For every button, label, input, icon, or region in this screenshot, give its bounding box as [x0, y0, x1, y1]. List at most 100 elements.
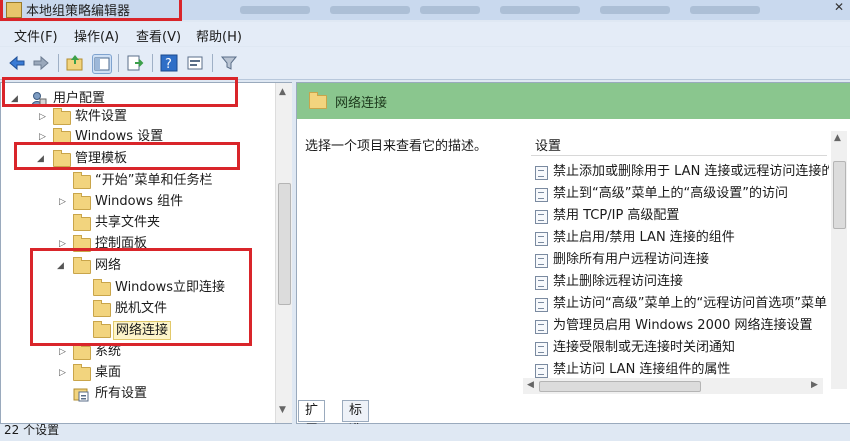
folder-icon	[73, 172, 91, 189]
blurred-tab	[690, 6, 760, 14]
export-list-icon	[127, 55, 144, 71]
tree-item-label: “开始”菜单和任务栏	[95, 173, 213, 188]
forward-button[interactable]	[32, 54, 50, 72]
collapse-arrow-icon[interactable]: ▷	[59, 363, 69, 383]
setting-row[interactable]: 为管理员启用 Windows 2000 网络连接设置	[535, 315, 829, 337]
divider	[531, 155, 827, 156]
column-header-setting[interactable]: 设置	[535, 135, 561, 154]
up-folder-icon	[66, 55, 83, 71]
setting-label: 禁用 TCP/IP 高级配置	[553, 208, 680, 223]
collapse-arrow-icon[interactable]: ▷	[59, 192, 69, 212]
setting-row[interactable]: 连接受限制或无连接时关闭通知	[535, 337, 829, 359]
export-list-button[interactable]	[126, 54, 144, 72]
svg-text:?: ?	[165, 57, 172, 72]
folder-icon	[53, 108, 71, 125]
setting-row[interactable]: 禁止删除远程访问连接	[535, 271, 829, 293]
tree-item-windows-components[interactable]: ▷ Windows 组件	[1, 192, 271, 212]
scroll-up-icon[interactable]: ▲	[834, 133, 841, 143]
menu-action[interactable]: 操作(A)	[74, 26, 119, 45]
blurred-tab	[600, 6, 670, 14]
filter-button[interactable]	[220, 54, 238, 72]
setting-icon	[535, 166, 548, 180]
scroll-right-icon[interactable]: ▶	[811, 380, 818, 390]
highlight-box-admin-templates	[14, 142, 240, 170]
properties-button[interactable]	[186, 54, 204, 72]
setting-row[interactable]: 删除所有用户远程访问连接	[535, 249, 829, 271]
setting-row[interactable]: 禁用 TCP/IP 高级配置	[535, 205, 829, 227]
collapse-arrow-icon[interactable]: ▷	[39, 107, 49, 127]
show-hide-tree-button[interactable]	[92, 54, 112, 74]
blurred-tab	[500, 6, 580, 14]
status-bar: 22 个设置	[0, 424, 850, 437]
scrollbar-thumb[interactable]	[539, 381, 701, 392]
toolbar-separator	[212, 54, 213, 72]
settings-list: 设置 禁止添加或删除用于 LAN 连接或远程访问连接的 禁止到“高级”菜单上的“…	[523, 119, 850, 403]
setting-icon	[535, 188, 548, 202]
menu-view[interactable]: 查看(V)	[136, 26, 181, 45]
settings-scrollbar[interactable]: ▲	[831, 131, 847, 389]
setting-row[interactable]: 禁止添加或删除用于 LAN 连接或远程访问连接的	[535, 161, 829, 183]
setting-label: 为管理员启用 Windows 2000 网络连接设置	[553, 318, 813, 333]
details-pane: 网络连接 选择一个项目来查看它的描述。 设置 禁止添加或删除用于 LAN 连接或…	[296, 82, 850, 424]
up-folder-button[interactable]	[66, 54, 84, 72]
tree-item-start-menu[interactable]: “开始”菜单和任务栏	[1, 171, 271, 191]
setting-icon	[535, 320, 548, 334]
tab-standard[interactable]: 标准	[342, 400, 370, 438]
scroll-down-icon[interactable]: ▼	[279, 405, 286, 415]
setting-icon	[535, 210, 548, 224]
folder-icon	[73, 343, 91, 360]
tree-item-shared-folders[interactable]: 共享文件夹	[1, 213, 271, 233]
setting-icon	[535, 254, 548, 268]
setting-label: 删除所有用户远程访问连接	[553, 252, 710, 267]
all-settings-icon	[73, 388, 89, 402]
setting-label: 禁止启用/禁用 LAN 连接的组件	[553, 230, 735, 245]
setting-row[interactable]: 禁止到“高级”菜单上的“高级设置”的访问	[535, 183, 829, 205]
status-text: 22 个设置	[4, 423, 60, 437]
folder-icon	[309, 92, 327, 109]
tree-scrollbar[interactable]: ▲ ▼	[275, 83, 292, 423]
setting-label: 禁止到“高级”菜单上的“高级设置”的访问	[553, 186, 788, 201]
filter-icon	[220, 56, 238, 70]
menu-help[interactable]: 帮助(H)	[196, 26, 242, 45]
blurred-tab	[330, 6, 410, 14]
tree-item-label: 所有设置	[95, 386, 148, 401]
tree-item-label: 共享文件夹	[95, 215, 161, 230]
setting-icon	[535, 364, 548, 378]
properties-icon	[187, 56, 203, 70]
console-tree-icon	[94, 57, 110, 71]
blurred-tab	[240, 6, 310, 14]
scrollbar-thumb[interactable]	[278, 183, 291, 305]
tree-item-software-settings[interactable]: ▷ 软件设置	[1, 107, 271, 127]
folder-icon	[73, 214, 91, 231]
highlight-box-network	[30, 248, 252, 346]
help-button[interactable]: ?	[160, 54, 178, 72]
setting-label: 连接受限制或无连接时关闭通知	[553, 340, 736, 355]
close-icon[interactable]: ✕	[834, 0, 844, 14]
highlight-box-title	[0, 0, 182, 21]
setting-icon	[535, 232, 548, 246]
setting-label: 禁止添加或删除用于 LAN 连接或远程访问连接的	[553, 164, 829, 179]
scrollbar-thumb[interactable]	[833, 161, 846, 229]
scroll-left-icon[interactable]: ◀	[527, 380, 534, 390]
tree-item-label: 桌面	[95, 365, 122, 380]
scroll-up-icon[interactable]: ▲	[279, 87, 286, 97]
setting-icon	[535, 276, 548, 290]
folder-icon	[73, 364, 91, 381]
tree-item-desktop[interactable]: ▷ 桌面	[1, 363, 271, 383]
highlight-box-user-config	[2, 77, 238, 107]
setting-row[interactable]: 禁止启用/禁用 LAN 连接的组件	[535, 227, 829, 249]
forward-arrow-icon	[33, 55, 49, 71]
details-header: 网络连接	[297, 83, 850, 119]
tree-item-all-settings[interactable]: 所有设置	[1, 384, 271, 404]
toolbar-separator	[118, 54, 119, 72]
setting-row[interactable]: 禁止访问“高级”菜单上的“远程访问首选项”菜单	[535, 293, 829, 315]
setting-icon	[535, 342, 548, 356]
setting-label: 禁止删除远程访问连接	[553, 274, 684, 289]
settings-hscrollbar[interactable]: ◀ ▶	[523, 378, 823, 394]
toolbar-separator	[58, 54, 59, 72]
setting-icon	[535, 298, 548, 312]
back-button[interactable]	[8, 54, 26, 72]
tab-extended[interactable]: 扩展	[298, 400, 326, 438]
menu-file[interactable]: 文件(F)	[14, 26, 58, 45]
details-title: 网络连接	[335, 96, 388, 111]
